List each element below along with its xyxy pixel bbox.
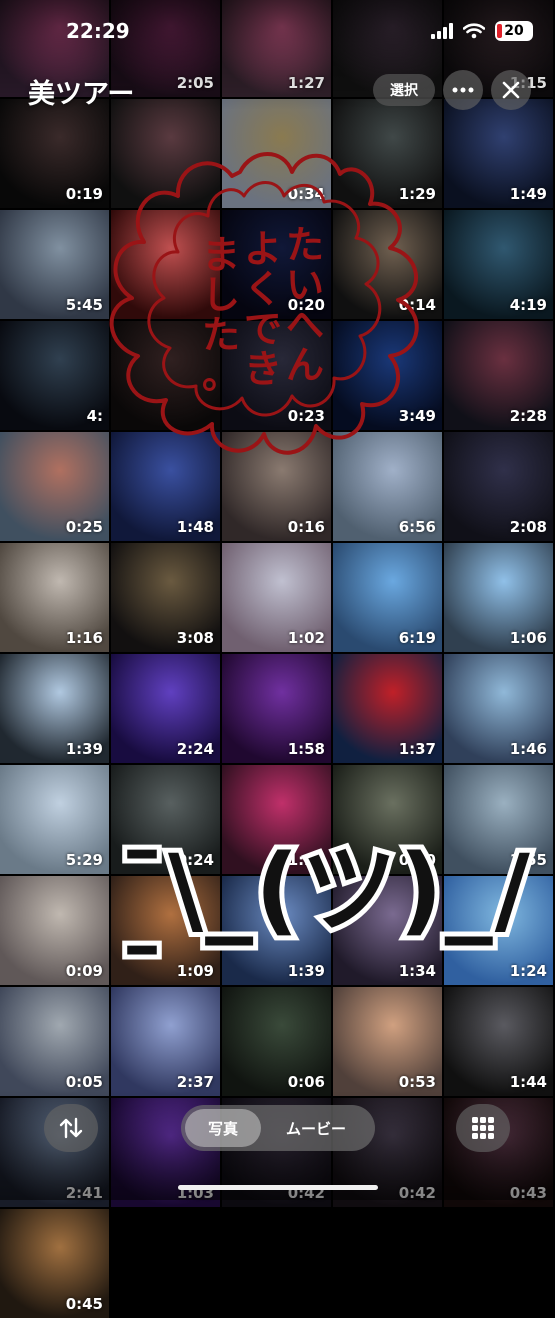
video-thumbnail[interactable]: 0:16 (222, 432, 331, 541)
video-thumbnail[interactable]: 1:48 (111, 432, 220, 541)
more-button[interactable] (443, 70, 483, 110)
video-duration: 0:43 (509, 1184, 547, 1202)
video-duration: 0:25 (65, 518, 103, 536)
video-duration: 2:37 (176, 1073, 214, 1091)
video-thumbnail[interactable]: 1:02 (222, 543, 331, 652)
battery-level: 20 (504, 23, 524, 39)
video-duration: 0:06 (287, 1073, 325, 1091)
video-thumbnail[interactable]: 5:29 (0, 765, 109, 874)
video-duration: 0:14 (398, 296, 436, 314)
video-duration: 0:20 (287, 296, 325, 314)
video-thumbnail[interactable]: 4: (0, 321, 109, 430)
video-duration: 1:46 (509, 740, 547, 758)
video-duration: 0:16 (287, 518, 325, 536)
video-duration: 1:48 (176, 518, 214, 536)
video-thumbnail[interactable]: 0:09 (0, 876, 109, 985)
sort-button[interactable] (44, 1104, 98, 1152)
video-duration: 6:56 (398, 518, 436, 536)
video-duration: 4:19 (509, 296, 547, 314)
video-thumbnail[interactable] (111, 210, 220, 319)
video-duration: 1:29 (398, 185, 436, 203)
video-duration: 1:16 (65, 629, 103, 647)
video-thumbnail[interactable]: 0:34 (222, 99, 331, 208)
video-thumbnail[interactable]: 0:45 (0, 1209, 109, 1318)
video-thumbnail[interactable]: 1:37 (333, 654, 442, 763)
video-thumbnail[interactable]: 3:49 (333, 321, 442, 430)
video-thumbnail[interactable]: 2:28 (444, 321, 553, 430)
video-duration: 2:24 (176, 740, 214, 758)
video-thumbnail[interactable]: 2:24 (111, 654, 220, 763)
status-icons: 20 (431, 20, 533, 42)
video-duration: 0:53 (398, 1073, 436, 1091)
video-duration: 5:45 (65, 296, 103, 314)
video-duration: 1:39 (65, 740, 103, 758)
video-duration: 1:27 (287, 74, 325, 92)
video-duration: 3:49 (398, 407, 436, 425)
video-duration: 4: (86, 407, 103, 425)
video-duration: 0:45 (65, 1295, 103, 1313)
video-duration: 0:09 (65, 962, 103, 980)
tab-photos[interactable]: 写真 (185, 1109, 261, 1147)
shrug-text: ¯\_(ツ)_/¯ (113, 834, 535, 1042)
video-thumbnail[interactable]: 0:20 (222, 210, 331, 319)
video-thumbnail[interactable]: 0:14 (333, 210, 442, 319)
video-duration: 1:06 (509, 629, 547, 647)
video-duration: 1:58 (287, 740, 325, 758)
video-duration: 2:05 (176, 74, 214, 92)
video-thumbnail[interactable]: 1:06 (444, 543, 553, 652)
video-thumbnail[interactable]: 1:27 (222, 0, 331, 97)
wifi-icon (463, 23, 485, 39)
video-duration: 0:34 (287, 185, 325, 203)
video-thumbnail[interactable]: 1:46 (444, 654, 553, 763)
video-thumbnail[interactable]: 0:19 (0, 99, 109, 208)
video-thumbnail[interactable]: 0:23 (222, 321, 331, 430)
album-title: 美ツアー (28, 79, 135, 110)
video-duration: 2:08 (509, 518, 547, 536)
status-time: 22:29 (66, 19, 130, 43)
cellular-signal-icon (431, 23, 453, 39)
video-duration: 1:49 (509, 185, 547, 203)
video-duration: 0:19 (65, 185, 103, 203)
video-thumbnail[interactable]: 1:58 (222, 654, 331, 763)
video-thumbnail[interactable]: 6:56 (333, 432, 442, 541)
video-duration: 2:28 (509, 407, 547, 425)
tab-movies[interactable]: ムービー (261, 1109, 371, 1147)
video-thumbnail[interactable]: 0:25 (0, 432, 109, 541)
video-thumbnail[interactable] (111, 99, 220, 208)
video-thumbnail[interactable]: 5:45 (0, 210, 109, 319)
video-duration: 0:23 (287, 407, 325, 425)
video-duration: 3:08 (176, 629, 214, 647)
video-thumbnail[interactable]: 1:29 (333, 99, 442, 208)
video-thumbnail[interactable]: 1:16 (0, 543, 109, 652)
video-thumbnail[interactable]: 3:08 (111, 543, 220, 652)
video-thumbnail[interactable] (111, 321, 220, 430)
video-thumbnail[interactable]: 1:39 (0, 654, 109, 763)
grid-icon (472, 1117, 494, 1139)
battery-icon: 20 (495, 21, 533, 41)
video-duration: 1:37 (398, 740, 436, 758)
grid-view-button[interactable] (456, 1104, 510, 1152)
video-thumbnail[interactable]: 2:08 (444, 432, 553, 541)
video-thumbnail[interactable]: 0:05 (0, 987, 109, 1096)
close-icon (502, 81, 520, 99)
video-thumbnail[interactable]: 4:19 (444, 210, 553, 319)
video-duration: 1:44 (509, 1073, 547, 1091)
video-duration: 2:41 (65, 1184, 103, 1202)
close-button[interactable] (491, 70, 531, 110)
ellipsis-icon (452, 87, 474, 93)
sort-arrows-icon (59, 1117, 83, 1139)
video-duration: 1:02 (287, 629, 325, 647)
video-duration: 0:42 (398, 1184, 436, 1202)
video-thumbnail[interactable]: 1:49 (444, 99, 553, 208)
video-duration: 6:19 (398, 629, 436, 647)
home-indicator[interactable] (178, 1185, 378, 1190)
video-thumbnail[interactable]: 6:19 (333, 543, 442, 652)
select-button[interactable]: 選択 (373, 74, 435, 106)
video-duration: 5:29 (65, 851, 103, 869)
media-type-segmented-control: 写真 ムービー (181, 1105, 375, 1151)
video-duration: 0:05 (65, 1073, 103, 1091)
